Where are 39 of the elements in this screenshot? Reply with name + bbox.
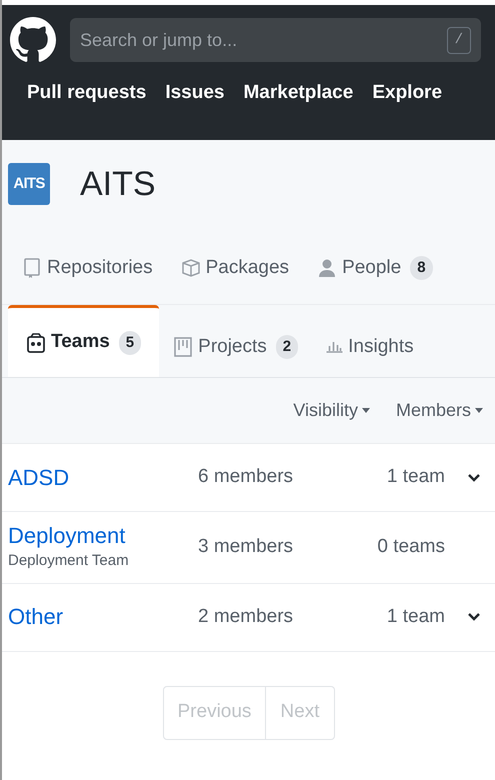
team-name-link[interactable]: Other	[8, 603, 198, 631]
filter-dropdown[interactable]: Members	[396, 397, 483, 424]
caret-icon	[362, 408, 370, 413]
shortcut-key: /	[446, 27, 471, 54]
board-icon	[173, 336, 194, 358]
child-team-count: 0 teams	[376, 535, 445, 559]
nav-link[interactable]: Marketplace	[243, 79, 354, 108]
child-team-count: 1 team	[386, 604, 445, 629]
team-description: Deployment Team	[8, 551, 130, 571]
nav-tab[interactable]: Teams 5	[8, 305, 160, 377]
nav-link[interactable]: Issues	[165, 79, 224, 108]
child-team-count: 1 team	[386, 465, 445, 490]
counter: 8	[410, 256, 433, 280]
counter: 5	[118, 330, 142, 354]
nav-tab[interactable]: People 8	[303, 238, 447, 298]
bar-graph-icon	[326, 341, 344, 353]
nav-link[interactable]: Pull requests	[27, 79, 146, 108]
member-count: 3 members	[198, 535, 294, 559]
team-name-link[interactable]: ADSD	[8, 464, 198, 492]
book-icon	[22, 257, 42, 279]
nav-link[interactable]: Explore	[372, 79, 442, 108]
filter-dropdown[interactable]: Visibility	[293, 397, 370, 424]
member-count: 6 members	[198, 465, 294, 490]
person-icon	[317, 257, 338, 279]
nav-tab[interactable]: Packages	[166, 238, 304, 298]
nav-tab[interactable]: Insights	[312, 317, 428, 377]
org-name: AITS	[80, 164, 156, 204]
caret-icon	[475, 408, 483, 413]
nav-tab[interactable]: Repositories	[8, 238, 167, 298]
counter: 2	[276, 335, 298, 359]
team-name-link[interactable]: Deployment	[8, 522, 198, 550]
chevron-down-icon[interactable]	[467, 612, 481, 622]
org-avatar: AITS	[8, 163, 50, 205]
people-icon	[26, 332, 46, 354]
box-icon	[180, 257, 201, 279]
chevron-down-icon[interactable]	[467, 472, 481, 482]
cat-logo-icon[interactable]	[10, 17, 56, 63]
member-count: 2 members	[198, 604, 294, 629]
nav-tab[interactable]: Projects 2	[159, 317, 312, 377]
